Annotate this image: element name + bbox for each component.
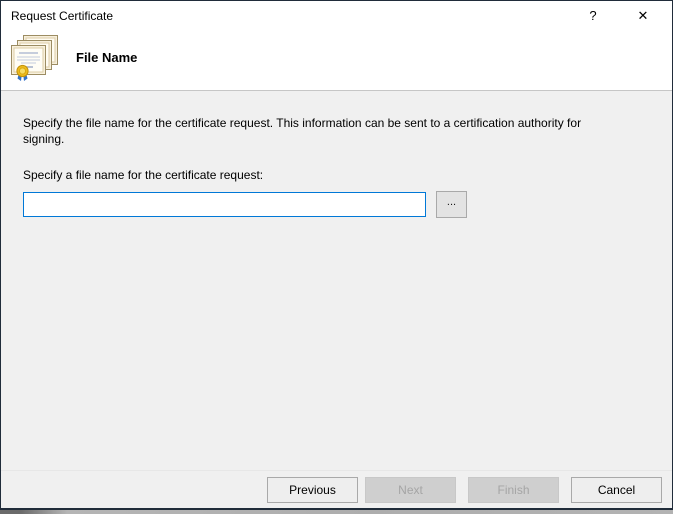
previous-button[interactable]: Previous [267, 477, 358, 503]
request-certificate-dialog: Request Certificate ? ✕ [0, 0, 673, 510]
help-icon[interactable]: ? [576, 1, 610, 30]
file-name-input[interactable] [23, 192, 426, 217]
file-name-label: Specify a file name for the certificate … [23, 168, 636, 182]
file-name-row: ... [23, 191, 636, 218]
description-text: Specify the file name for the certificat… [23, 115, 601, 147]
next-button: Next [365, 477, 456, 503]
wizard-content: Specify the file name for the certificat… [1, 91, 672, 470]
browse-button[interactable]: ... [436, 191, 467, 218]
cancel-button[interactable]: Cancel [571, 477, 662, 503]
window-title: Request Certificate [1, 9, 113, 23]
certificates-icon [11, 33, 59, 83]
close-icon[interactable]: ✕ [626, 1, 660, 30]
wizard-footer: Previous Next Finish Cancel [1, 470, 672, 508]
title-bar: Request Certificate ? ✕ [1, 1, 672, 30]
page-title: File Name [76, 50, 137, 65]
finish-button: Finish [468, 477, 559, 503]
background-window-strip [0, 510, 673, 514]
wizard-header: File Name [1, 30, 672, 91]
